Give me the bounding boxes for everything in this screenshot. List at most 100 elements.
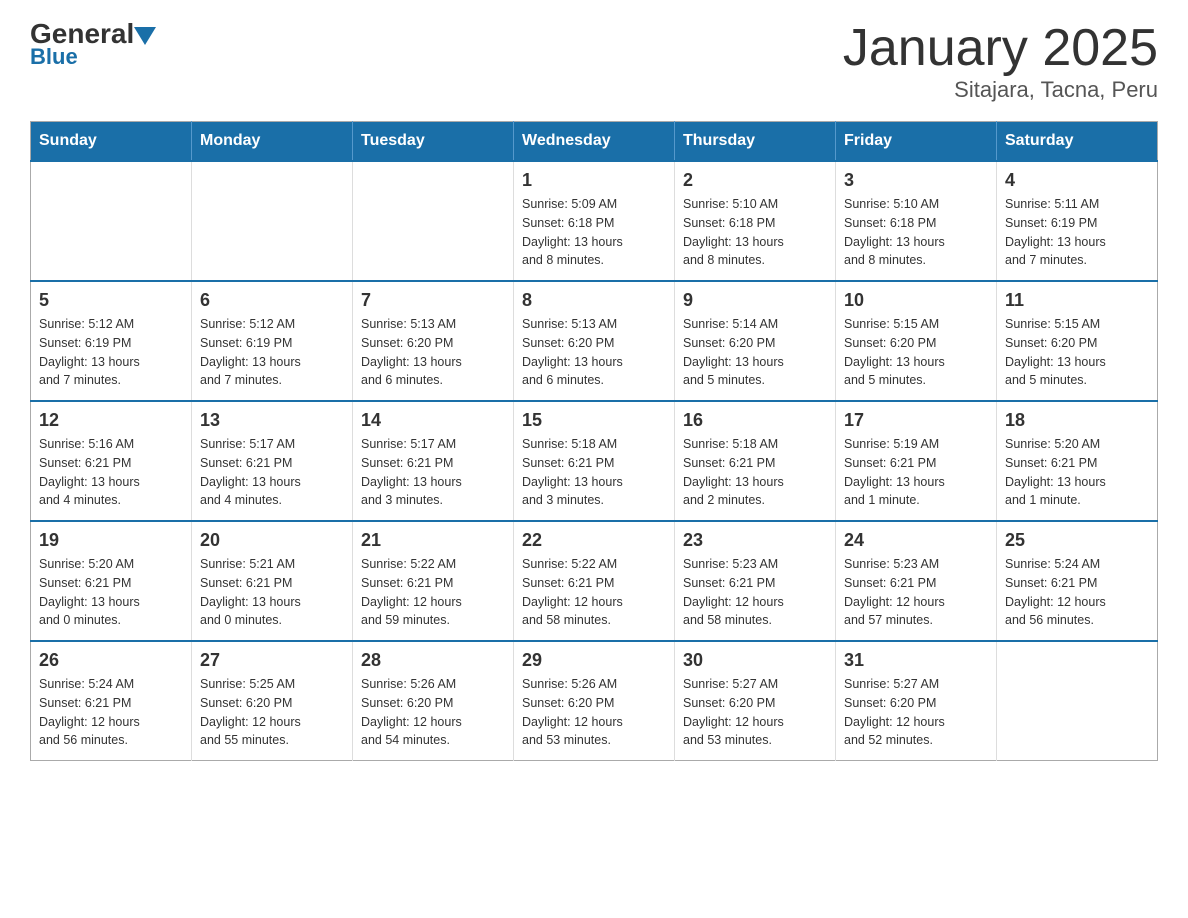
day-info: Sunrise: 5:13 AM Sunset: 6:20 PM Dayligh… bbox=[522, 315, 666, 390]
day-info: Sunrise: 5:22 AM Sunset: 6:21 PM Dayligh… bbox=[361, 555, 505, 630]
calendar-cell: 19 Sunrise: 5:20 AM Sunset: 6:21 PM Dayli… bbox=[31, 521, 192, 641]
calendar-cell: 22 Sunrise: 5:22 AM Sunset: 6:21 PM Dayli… bbox=[514, 521, 675, 641]
day-number: 27 bbox=[200, 650, 344, 671]
day-number: 2 bbox=[683, 170, 827, 191]
day-number: 4 bbox=[1005, 170, 1149, 191]
day-number: 19 bbox=[39, 530, 183, 551]
day-number: 13 bbox=[200, 410, 344, 431]
calendar-day-header: Saturday bbox=[997, 122, 1158, 162]
calendar-cell: 25 Sunrise: 5:24 AM Sunset: 6:21 PM Dayli… bbox=[997, 521, 1158, 641]
day-info: Sunrise: 5:15 AM Sunset: 6:20 PM Dayligh… bbox=[1005, 315, 1149, 390]
day-info: Sunrise: 5:15 AM Sunset: 6:20 PM Dayligh… bbox=[844, 315, 988, 390]
calendar-cell: 1 Sunrise: 5:09 AM Sunset: 6:18 PM Daylig… bbox=[514, 161, 675, 281]
calendar-cell bbox=[31, 161, 192, 281]
calendar-day-header: Thursday bbox=[675, 122, 836, 162]
day-info: Sunrise: 5:13 AM Sunset: 6:20 PM Dayligh… bbox=[361, 315, 505, 390]
calendar-cell: 31 Sunrise: 5:27 AM Sunset: 6:20 PM Dayli… bbox=[836, 641, 997, 761]
calendar-cell: 11 Sunrise: 5:15 AM Sunset: 6:20 PM Dayli… bbox=[997, 281, 1158, 401]
calendar-cell: 29Sunrise: 5:26 AM Sunset: 6:20 PM Dayli… bbox=[514, 641, 675, 761]
calendar-day-header: Sunday bbox=[31, 122, 192, 162]
logo-blue-text: Blue bbox=[30, 44, 78, 70]
day-info: Sunrise: 5:22 AM Sunset: 6:21 PM Dayligh… bbox=[522, 555, 666, 630]
calendar-cell: 14Sunrise: 5:17 AM Sunset: 6:21 PM Dayli… bbox=[353, 401, 514, 521]
calendar-week-row: 1 Sunrise: 5:09 AM Sunset: 6:18 PM Daylig… bbox=[31, 161, 1158, 281]
day-number: 17 bbox=[844, 410, 988, 431]
calendar-cell: 27 Sunrise: 5:25 AM Sunset: 6:20 PM Dayli… bbox=[192, 641, 353, 761]
calendar-cell: 4 Sunrise: 5:11 AM Sunset: 6:19 PM Daylig… bbox=[997, 161, 1158, 281]
calendar-cell bbox=[997, 641, 1158, 761]
calendar-cell: 6 Sunrise: 5:12 AM Sunset: 6:19 PM Daylig… bbox=[192, 281, 353, 401]
calendar-day-header: Friday bbox=[836, 122, 997, 162]
day-info: Sunrise: 5:14 AM Sunset: 6:20 PM Dayligh… bbox=[683, 315, 827, 390]
calendar-cell bbox=[192, 161, 353, 281]
day-number: 20 bbox=[200, 530, 344, 551]
calendar-cell: 20 Sunrise: 5:21 AM Sunset: 6:21 PM Dayli… bbox=[192, 521, 353, 641]
page-header: General Blue January 2025 Sitajara, Tacn… bbox=[30, 20, 1158, 103]
day-info: Sunrise: 5:11 AM Sunset: 6:19 PM Dayligh… bbox=[1005, 195, 1149, 270]
calendar-cell bbox=[353, 161, 514, 281]
day-number: 26 bbox=[39, 650, 183, 671]
day-info: Sunrise: 5:10 AM Sunset: 6:18 PM Dayligh… bbox=[844, 195, 988, 270]
calendar-cell: 12Sunrise: 5:16 AM Sunset: 6:21 PM Dayli… bbox=[31, 401, 192, 521]
day-number: 1 bbox=[522, 170, 666, 191]
calendar-cell: 30 Sunrise: 5:27 AM Sunset: 6:20 PM Dayli… bbox=[675, 641, 836, 761]
day-number: 31 bbox=[844, 650, 988, 671]
calendar-cell: 17Sunrise: 5:19 AM Sunset: 6:21 PM Dayli… bbox=[836, 401, 997, 521]
day-number: 22 bbox=[522, 530, 666, 551]
day-number: 9 bbox=[683, 290, 827, 311]
calendar-cell: 26 Sunrise: 5:24 AM Sunset: 6:21 PM Dayli… bbox=[31, 641, 192, 761]
day-number: 29 bbox=[522, 650, 666, 671]
calendar-cell: 8 Sunrise: 5:13 AM Sunset: 6:20 PM Daylig… bbox=[514, 281, 675, 401]
day-info: Sunrise: 5:20 AM Sunset: 6:21 PM Dayligh… bbox=[39, 555, 183, 630]
calendar-table: SundayMondayTuesdayWednesdayThursdayFrid… bbox=[30, 121, 1158, 761]
day-info: Sunrise: 5:18 AM Sunset: 6:21 PM Dayligh… bbox=[522, 435, 666, 510]
day-info: Sunrise: 5:21 AM Sunset: 6:21 PM Dayligh… bbox=[200, 555, 344, 630]
calendar-cell: 28Sunrise: 5:26 AM Sunset: 6:20 PM Dayli… bbox=[353, 641, 514, 761]
day-number: 6 bbox=[200, 290, 344, 311]
day-info: Sunrise: 5:09 AM Sunset: 6:18 PM Dayligh… bbox=[522, 195, 666, 270]
day-info: Sunrise: 5:12 AM Sunset: 6:19 PM Dayligh… bbox=[200, 315, 344, 390]
day-number: 15 bbox=[522, 410, 666, 431]
calendar-cell: 5Sunrise: 5:12 AM Sunset: 6:19 PM Daylig… bbox=[31, 281, 192, 401]
day-number: 28 bbox=[361, 650, 505, 671]
calendar-day-header: Tuesday bbox=[353, 122, 514, 162]
calendar-day-header: Monday bbox=[192, 122, 353, 162]
calendar-cell: 24 Sunrise: 5:23 AM Sunset: 6:21 PM Dayli… bbox=[836, 521, 997, 641]
day-info: Sunrise: 5:27 AM Sunset: 6:20 PM Dayligh… bbox=[844, 675, 988, 750]
calendar-week-row: 5 Sunrise: 5:12 AM Sunset: 6:19 PM Daylig… bbox=[31, 281, 1158, 401]
calendar-cell: 2Sunrise: 5:10 AM Sunset: 6:18 PM Daylig… bbox=[675, 161, 836, 281]
day-info: Sunrise: 5:25 AM Sunset: 6:20 PM Dayligh… bbox=[200, 675, 344, 750]
calendar-subtitle: Sitajara, Tacna, Peru bbox=[843, 77, 1158, 103]
day-info: Sunrise: 5:24 AM Sunset: 6:21 PM Dayligh… bbox=[39, 675, 183, 750]
calendar-cell: 23Sunrise: 5:23 AM Sunset: 6:21 PM Dayli… bbox=[675, 521, 836, 641]
calendar-title: January 2025 bbox=[843, 20, 1158, 77]
day-info: Sunrise: 5:24 AM Sunset: 6:21 PM Dayligh… bbox=[1005, 555, 1149, 630]
day-info: Sunrise: 5:20 AM Sunset: 6:21 PM Dayligh… bbox=[1005, 435, 1149, 510]
day-number: 11 bbox=[1005, 290, 1149, 311]
calendar-cell: 21 Sunrise: 5:22 AM Sunset: 6:21 PM Dayli… bbox=[353, 521, 514, 641]
day-number: 24 bbox=[844, 530, 988, 551]
day-number: 25 bbox=[1005, 530, 1149, 551]
day-number: 30 bbox=[683, 650, 827, 671]
calendar-day-header: Wednesday bbox=[514, 122, 675, 162]
calendar-cell: 9 Sunrise: 5:14 AM Sunset: 6:20 PM Daylig… bbox=[675, 281, 836, 401]
calendar-week-row: 12Sunrise: 5:16 AM Sunset: 6:21 PM Dayli… bbox=[31, 401, 1158, 521]
day-info: Sunrise: 5:23 AM Sunset: 6:21 PM Dayligh… bbox=[844, 555, 988, 630]
calendar-cell: 3 Sunrise: 5:10 AM Sunset: 6:18 PM Daylig… bbox=[836, 161, 997, 281]
day-number: 3 bbox=[844, 170, 988, 191]
title-block: January 2025 Sitajara, Tacna, Peru bbox=[843, 20, 1158, 103]
day-info: Sunrise: 5:16 AM Sunset: 6:21 PM Dayligh… bbox=[39, 435, 183, 510]
day-number: 5 bbox=[39, 290, 183, 311]
calendar-cell: 18 Sunrise: 5:20 AM Sunset: 6:21 PM Dayli… bbox=[997, 401, 1158, 521]
day-number: 8 bbox=[522, 290, 666, 311]
day-number: 18 bbox=[1005, 410, 1149, 431]
calendar-week-row: 26 Sunrise: 5:24 AM Sunset: 6:21 PM Dayli… bbox=[31, 641, 1158, 761]
day-number: 16 bbox=[683, 410, 827, 431]
day-number: 14 bbox=[361, 410, 505, 431]
day-number: 23 bbox=[683, 530, 827, 551]
day-info: Sunrise: 5:27 AM Sunset: 6:20 PM Dayligh… bbox=[683, 675, 827, 750]
day-info: Sunrise: 5:17 AM Sunset: 6:21 PM Dayligh… bbox=[200, 435, 344, 510]
day-number: 21 bbox=[361, 530, 505, 551]
day-number: 7 bbox=[361, 290, 505, 311]
calendar-cell: 10Sunrise: 5:15 AM Sunset: 6:20 PM Dayli… bbox=[836, 281, 997, 401]
